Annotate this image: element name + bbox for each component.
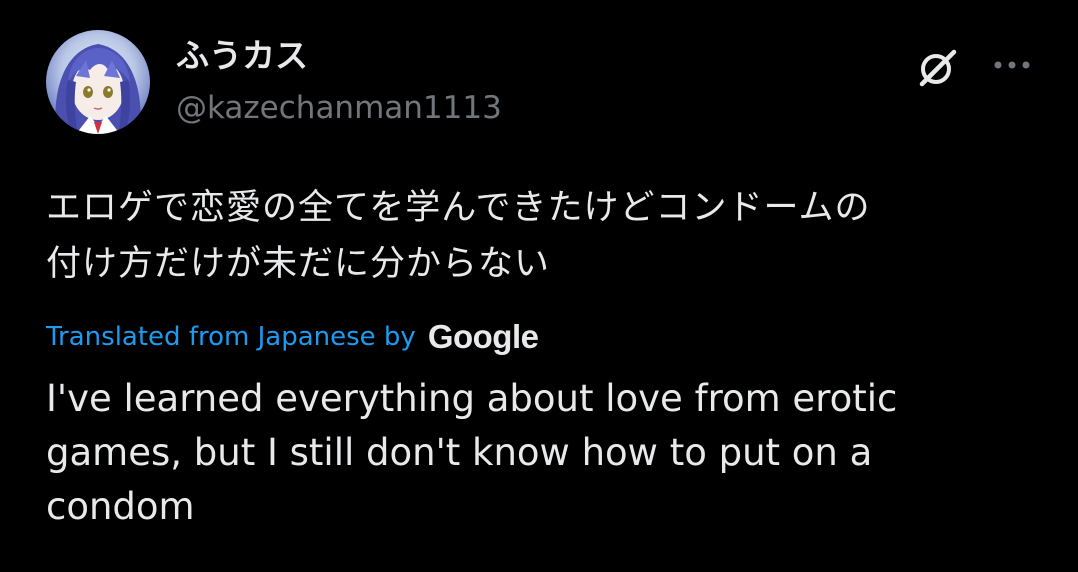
- tweet-card: ふうカス @kazechanman1113 エロゲで恋愛の全てを学んできたけどコ…: [0, 0, 1078, 572]
- more-options-icon[interactable]: [990, 50, 1036, 80]
- translated-from-link[interactable]: Translated from Japanese by: [46, 322, 416, 352]
- grok-icon[interactable]: [912, 42, 962, 92]
- user-handle[interactable]: @kazechanman1113: [176, 88, 502, 128]
- tweet-text: エロゲで恋愛の全てを学んできたけどコンドームの 付け方だけが未だに分からない: [46, 180, 1046, 292]
- translated-text-line: games, but I still don't know how to put…: [46, 431, 873, 474]
- anime-girl-avatar-image: [55, 44, 141, 134]
- tweet-text-line: エロゲで恋愛の全てを学んできたけどコンドームの: [46, 188, 871, 228]
- translated-text: I've learned everything about love from …: [46, 372, 1046, 534]
- translated-text-line: condom: [46, 485, 195, 528]
- translated-text-line: I've learned everything about love from …: [46, 377, 898, 420]
- avatar[interactable]: [46, 30, 150, 134]
- display-name[interactable]: ふうカス: [176, 36, 308, 76]
- translation-attribution: Translated from Japanese by Google: [46, 316, 539, 358]
- google-logo: Google: [427, 318, 539, 355]
- tweet-text-line: 付け方だけが未だに分からない: [46, 244, 551, 284]
